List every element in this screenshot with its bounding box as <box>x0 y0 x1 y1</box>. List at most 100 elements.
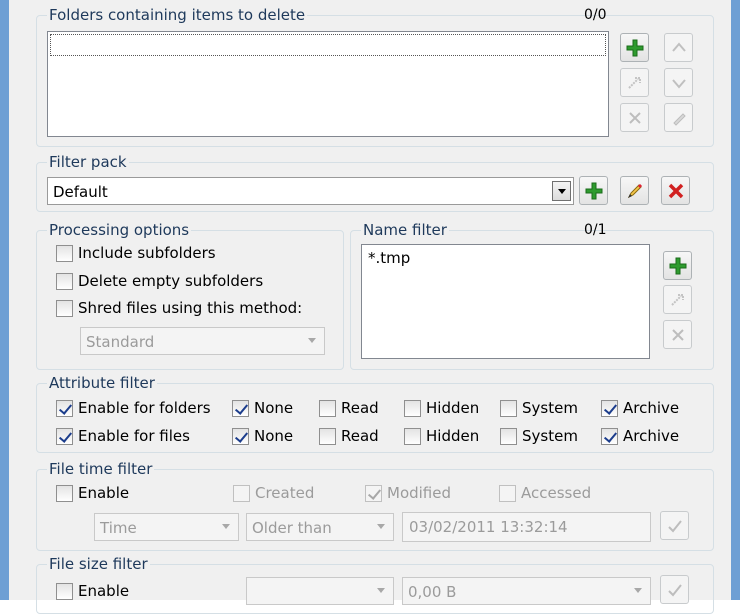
attr-folders-hidden-checkbox[interactable]: Hidden <box>404 398 479 418</box>
apply-icon <box>667 583 682 596</box>
attr-files-none-box[interactable] <box>232 427 249 445</box>
edit-name-filter-button[interactable] <box>663 285 692 314</box>
delete-empty-subfolders-label: Delete empty subfolders <box>78 272 264 290</box>
attr-files-system-checkbox[interactable]: System <box>500 426 578 446</box>
size-value-select[interactable]: 0,00 B <box>402 577 651 605</box>
attr-enable-folders-box[interactable] <box>56 399 73 417</box>
folder-options-button[interactable] <box>664 103 693 132</box>
attr-folders-hidden-box[interactable] <box>404 399 421 417</box>
folders-group-title: Folders containing items to delete <box>47 6 308 24</box>
arrow-down-icon <box>671 78 686 89</box>
time-datetime-input[interactable]: 03/02/2011 13:32:14 <box>402 512 651 542</box>
name-filter-item[interactable]: *.tmp <box>368 249 410 267</box>
time-modified-box[interactable] <box>365 484 382 502</box>
chevron-down-icon[interactable] <box>629 581 648 601</box>
remove-icon <box>628 111 641 124</box>
add-name-filter-button[interactable] <box>663 251 692 280</box>
attr-folders-archive-box[interactable] <box>601 399 618 417</box>
time-apply-button[interactable] <box>660 511 689 540</box>
shred-files-box[interactable] <box>56 299 73 317</box>
attr-folders-system-box[interactable] <box>500 399 517 417</box>
time-accessed-box[interactable] <box>499 484 516 502</box>
shred-files-label: Shred files using this method: <box>78 299 303 317</box>
name-filter-count: 0/1 <box>584 222 607 238</box>
move-icon <box>670 293 684 306</box>
chevron-down-icon[interactable] <box>217 517 236 537</box>
edit-icon <box>672 112 686 126</box>
time-created-checkbox[interactable]: Created <box>233 483 314 503</box>
remove-icon <box>671 328 684 341</box>
attr-files-read-box[interactable] <box>319 427 336 445</box>
filter-pack-title: Filter pack <box>47 153 129 171</box>
attr-folders-none-box[interactable] <box>232 399 249 417</box>
time-enable-checkbox[interactable]: Enable <box>56 483 129 503</box>
attr-folders-system-checkbox[interactable]: System <box>500 398 578 418</box>
file-size-filter-title: File size filter <box>47 555 150 573</box>
name-filter-list[interactable]: *.tmp <box>361 244 650 359</box>
time-accessed-label: Accessed <box>521 484 592 502</box>
attr-folders-read-box[interactable] <box>319 399 336 417</box>
time-type-select[interactable]: Time <box>94 513 239 541</box>
attr-files-none-checkbox[interactable]: None <box>232 426 293 446</box>
arrow-up-icon <box>671 41 686 52</box>
size-enable-box[interactable] <box>56 582 73 600</box>
attr-enable-files-checkbox[interactable]: Enable for files <box>56 426 190 446</box>
attr-files-system-box[interactable] <box>500 427 517 445</box>
delete-empty-subfolders-box[interactable] <box>56 272 73 290</box>
attr-files-hidden-checkbox[interactable]: Hidden <box>404 426 479 446</box>
filter-pack-select[interactable]: Default <box>47 177 574 205</box>
folders-list[interactable] <box>47 31 609 137</box>
time-enable-label: Enable <box>78 484 130 502</box>
attr-files-archive-box[interactable] <box>601 427 618 445</box>
folders-list-focus-row <box>50 34 606 56</box>
size-enable-checkbox[interactable]: Enable <box>56 581 129 601</box>
include-subfolders-box[interactable] <box>56 244 73 262</box>
chevron-down-icon[interactable] <box>372 517 391 537</box>
chevron-down-icon[interactable] <box>303 331 322 351</box>
shred-method-value: Standard <box>86 333 155 351</box>
attr-files-archive-checkbox[interactable]: Archive <box>601 426 679 446</box>
pencil-icon <box>627 183 642 198</box>
processing-options-title: Processing options <box>47 221 192 239</box>
time-created-label: Created <box>255 484 315 502</box>
shred-files-checkbox[interactable]: Shred files using this method: <box>56 298 302 318</box>
time-enable-box[interactable] <box>56 484 73 502</box>
size-enable-label: Enable <box>78 582 130 600</box>
edit-filter-pack-button[interactable] <box>620 176 649 205</box>
edit-folder-button[interactable] <box>620 68 649 97</box>
attr-folders-hidden-label: Hidden <box>426 399 480 417</box>
add-filter-pack-button[interactable] <box>579 176 608 205</box>
chevron-down-icon[interactable] <box>372 581 391 601</box>
remove-folder-button[interactable] <box>620 103 649 132</box>
time-modified-checkbox[interactable]: Modified <box>365 483 451 503</box>
time-created-box[interactable] <box>233 484 250 502</box>
shred-method-select[interactable]: Standard <box>80 327 325 355</box>
name-filter-title: Name filter <box>361 221 449 239</box>
delete-empty-subfolders-checkbox[interactable]: Delete empty subfolders <box>56 271 263 291</box>
move-folder-down-button[interactable] <box>664 68 693 97</box>
attr-enable-files-box[interactable] <box>56 427 73 445</box>
attr-folders-archive-checkbox[interactable]: Archive <box>601 398 679 418</box>
attr-files-read-checkbox[interactable]: Read <box>319 426 379 446</box>
remove-name-filter-button[interactable] <box>663 320 692 349</box>
attr-folders-none-label: None <box>254 399 294 417</box>
size-comparison-select[interactable] <box>246 577 394 605</box>
attr-files-hidden-box[interactable] <box>404 427 421 445</box>
time-comparison-value: Older than <box>252 519 332 537</box>
include-subfolders-checkbox[interactable]: Include subfolders <box>56 243 216 263</box>
time-accessed-checkbox[interactable]: Accessed <box>499 483 591 503</box>
add-folder-button[interactable] <box>620 33 649 62</box>
plus-icon <box>626 39 643 56</box>
attr-folders-none-checkbox[interactable]: None <box>232 398 293 418</box>
time-comparison-select[interactable]: Older than <box>246 513 394 541</box>
delete-icon <box>668 183 683 198</box>
chevron-down-icon[interactable] <box>552 181 571 201</box>
delete-filter-pack-button[interactable] <box>661 176 690 205</box>
attr-enable-folders-checkbox[interactable]: Enable for folders <box>56 398 211 418</box>
move-folder-up-button[interactable] <box>664 33 693 62</box>
filter-pack-value: Default <box>53 183 108 201</box>
attr-folders-archive-label: Archive <box>623 399 680 417</box>
folders-count: 0/0 <box>584 7 607 23</box>
attr-files-hidden-label: Hidden <box>426 427 480 445</box>
attr-folders-read-checkbox[interactable]: Read <box>319 398 379 418</box>
